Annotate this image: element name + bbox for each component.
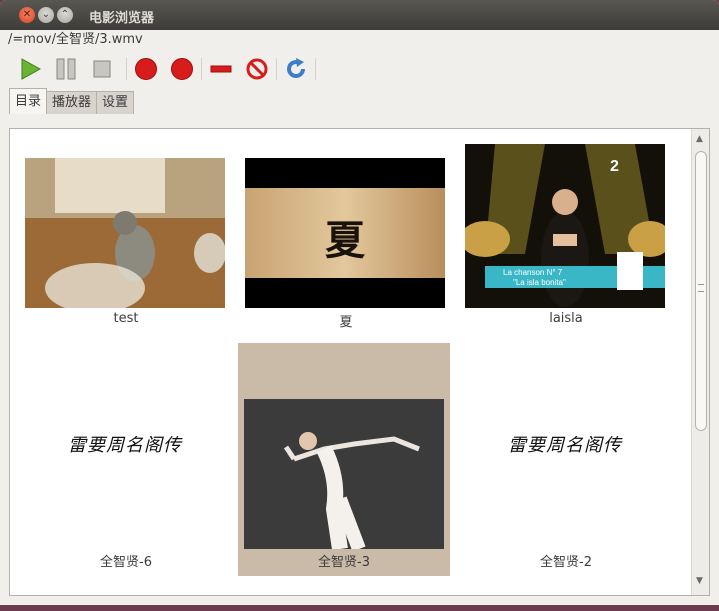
block-button[interactable] bbox=[245, 57, 269, 81]
concert-video-thumbnail: 2 La chanson N° 7 "La isla bonita" bbox=[465, 144, 665, 308]
movie-item-jun-3[interactable]: 全智贤-3 bbox=[238, 343, 450, 576]
grip-icon bbox=[698, 284, 704, 292]
record-button[interactable] bbox=[134, 57, 158, 81]
tab-settings[interactable]: 设置 bbox=[96, 91, 135, 114]
play-button[interactable] bbox=[18, 57, 42, 81]
movie-label: test bbox=[113, 311, 139, 326]
tab-catalog[interactable]: 目录 bbox=[9, 88, 48, 114]
record-button-2[interactable] bbox=[170, 57, 194, 81]
remove-button[interactable] bbox=[209, 57, 233, 81]
movie-label: laisla bbox=[549, 311, 583, 326]
movie-item-test[interactable]: test bbox=[18, 151, 234, 331]
tab-bar: 目录 播放器 设置 bbox=[0, 88, 719, 114]
signature-image: 雷要周名阁传 bbox=[508, 435, 622, 456]
window-title: 电影浏览器 bbox=[89, 11, 155, 26]
toolbar-separator bbox=[315, 58, 316, 80]
refresh-icon bbox=[287, 58, 305, 78]
minimize-button[interactable]: ⌄ bbox=[38, 7, 54, 23]
signature-image: 雷要周名阁传 bbox=[68, 435, 182, 456]
toolbar bbox=[0, 50, 719, 88]
close-button[interactable]: ✕ bbox=[19, 7, 35, 23]
refresh-button[interactable] bbox=[284, 57, 308, 81]
record-icon bbox=[171, 58, 193, 80]
toolbar-separator bbox=[276, 58, 277, 80]
thumbnail-caption-2: "La isla bonita" bbox=[513, 278, 566, 287]
scroll-up-icon[interactable]: ▲ bbox=[696, 134, 703, 144]
svg-text:2: 2 bbox=[610, 158, 619, 175]
toolbar-separator bbox=[201, 58, 202, 80]
record-icon bbox=[135, 58, 157, 80]
block-icon bbox=[246, 58, 268, 80]
maximize-button[interactable]: ⌃ bbox=[57, 7, 73, 23]
vertical-scrollbar[interactable]: ▲ ▼ bbox=[691, 129, 709, 595]
scrollbar-thumb[interactable] bbox=[695, 151, 707, 431]
dancer-video-thumbnail bbox=[244, 399, 444, 549]
toolbar-separator bbox=[126, 58, 127, 80]
cat-video-thumbnail bbox=[25, 158, 225, 308]
movie-label: 全智贤-3 bbox=[318, 555, 370, 570]
tab-player[interactable]: 播放器 bbox=[46, 91, 98, 114]
app-window: ✕ ⌄ ⌃ 电影浏览器 /=mov/全智贤/3.wmv 目录 播放器 设置 te… bbox=[0, 0, 719, 605]
movie-label: 全智贤-6 bbox=[100, 555, 152, 570]
title-bar: ✕ ⌄ ⌃ 电影浏览器 bbox=[0, 0, 719, 30]
movie-item-jun-2[interactable]: 雷要周名阁传 全智贤-2 bbox=[458, 343, 674, 577]
stop-button[interactable] bbox=[90, 57, 114, 81]
thumbnail-caption: La chanson N° 7 bbox=[503, 268, 563, 277]
thumbnail-calligraphy-text: 夏 bbox=[325, 217, 365, 264]
movie-label: 夏 bbox=[339, 315, 353, 330]
calligraphy-video-thumbnail: 夏 bbox=[245, 158, 445, 308]
pause-icon bbox=[56, 58, 76, 80]
scroll-down-icon[interactable]: ▼ bbox=[696, 576, 703, 586]
movie-grid: test 夏 夏 2 La chanson N° 7 "La isla boni… bbox=[9, 128, 710, 596]
movie-item-jun-6[interactable]: 雷要周名阁传 全智贤-6 bbox=[18, 343, 234, 577]
movie-label: 全智贤-2 bbox=[540, 555, 592, 570]
movie-item-summer[interactable]: 夏 夏 bbox=[238, 151, 454, 331]
movie-item-laisla[interactable]: 2 La chanson N° 7 "La isla bonita" laisl… bbox=[458, 137, 674, 331]
remove-icon bbox=[210, 65, 232, 73]
stop-icon bbox=[93, 60, 111, 78]
play-icon bbox=[21, 58, 41, 80]
current-path: /=mov/全智贤/3.wmv bbox=[8, 32, 143, 47]
pause-button[interactable] bbox=[54, 57, 78, 81]
